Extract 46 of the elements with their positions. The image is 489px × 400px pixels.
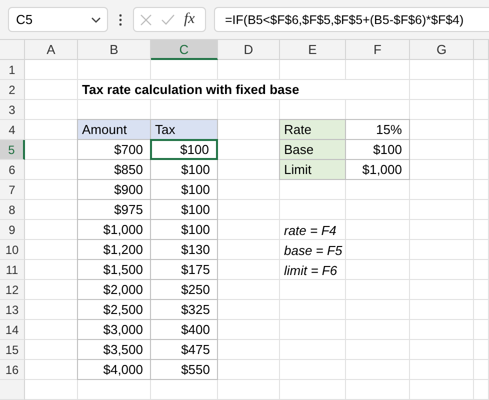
column-header[interactable]: B xyxy=(78,40,151,60)
chevron-down-icon xyxy=(91,16,101,22)
row-header[interactable]: 9 xyxy=(0,220,25,240)
row-header[interactable]: 1 xyxy=(0,60,25,80)
row-header[interactable]: 16 xyxy=(0,360,25,380)
check-icon[interactable] xyxy=(161,14,175,25)
named-range-note: rate = F4 xyxy=(283,222,338,240)
parameter-value: 15% xyxy=(345,119,410,140)
row-header[interactable]: 4 xyxy=(0,120,25,140)
column-header[interactable]: A xyxy=(25,40,78,60)
row-header[interactable]: 8 xyxy=(0,200,25,220)
insert-function-button[interactable]: fx xyxy=(184,11,195,28)
row-header[interactable]: 2 xyxy=(0,80,25,100)
formula-field[interactable]: =IF(B5<$F$6,$F$5,$F$5+(B5-$F$6)*$F$4) xyxy=(214,7,489,32)
row-header[interactable]: 3 xyxy=(0,100,25,120)
row-header[interactable]: 7 xyxy=(0,180,25,200)
column-header[interactable]: D xyxy=(218,40,280,60)
more-icon[interactable] xyxy=(119,14,122,26)
row-header[interactable]: 5 xyxy=(0,140,25,160)
row-header[interactable]: 11 xyxy=(0,260,25,280)
table-header: Tax xyxy=(150,119,218,140)
parameter-label: Base xyxy=(279,139,346,160)
column-header[interactable]: E xyxy=(280,40,346,60)
row-header[interactable]: 12 xyxy=(0,280,25,300)
select-all-corner[interactable] xyxy=(0,40,25,60)
column-header[interactable]: C xyxy=(151,40,218,60)
table-cell[interactable]: $100 xyxy=(150,139,218,160)
named-range-note: base = F5 xyxy=(283,242,344,260)
row-header[interactable]: 15 xyxy=(0,340,25,360)
column-header[interactable]: G xyxy=(410,40,474,60)
row-header[interactable] xyxy=(0,380,25,400)
column-header[interactable] xyxy=(474,40,489,60)
cancel-icon[interactable] xyxy=(140,14,152,26)
row-header[interactable]: 13 xyxy=(0,300,25,320)
name-box[interactable]: C5 xyxy=(8,7,108,32)
row-header[interactable]: 6 xyxy=(0,160,25,180)
column-header[interactable]: F xyxy=(346,40,410,60)
table-header: Amount xyxy=(77,119,151,140)
parameter-label: Rate xyxy=(279,119,346,140)
table-cell: $4,000 xyxy=(77,359,151,380)
row-header[interactable]: 10 xyxy=(0,240,25,260)
parameter-value: $1,000 xyxy=(345,159,410,180)
row-header[interactable]: 14 xyxy=(0,320,25,340)
parameter-label: Limit xyxy=(279,159,346,180)
table-cell[interactable]: $550 xyxy=(150,359,218,380)
named-range-note: limit = F6 xyxy=(283,262,338,280)
